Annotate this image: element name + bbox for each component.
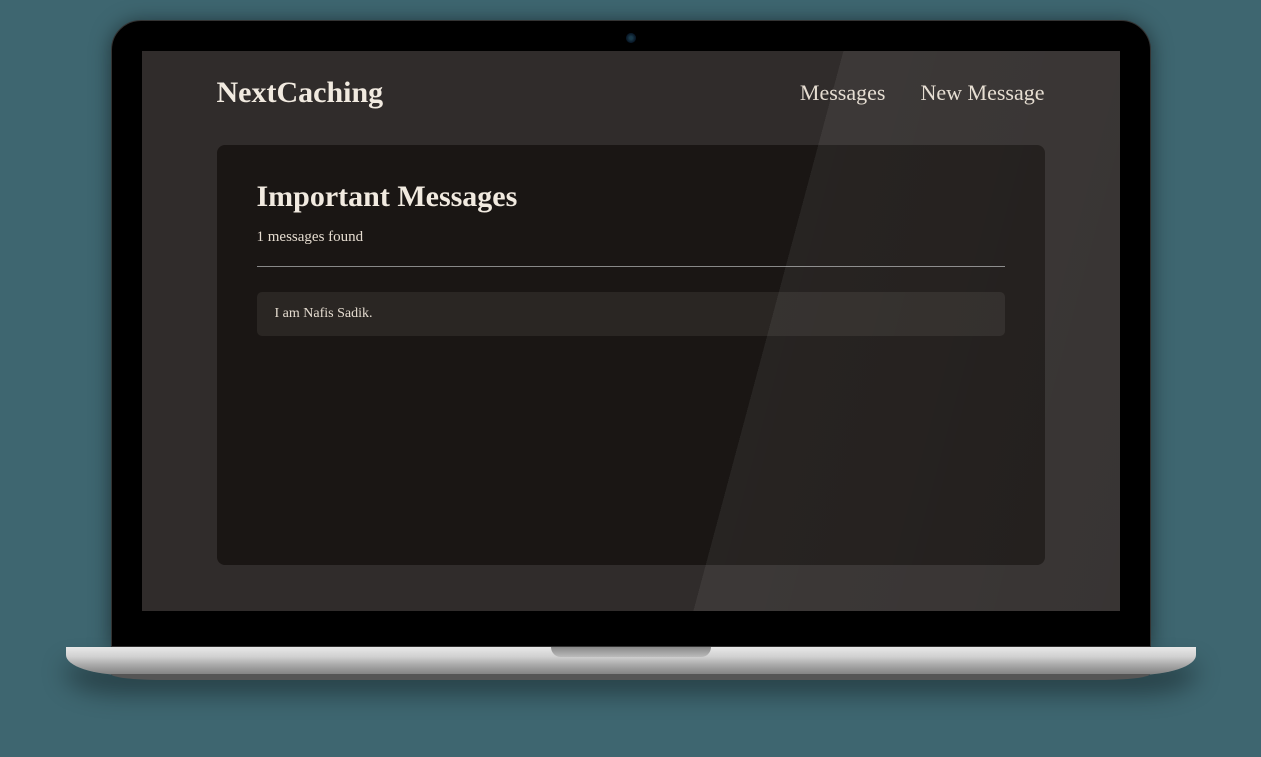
nav-links: Messages New Message [800,80,1045,106]
laptop-mockup: NextCaching Messages New Message Importa… [111,20,1151,675]
list-item[interactable]: I am Nafis Sadik. [257,292,1005,336]
app-header: NextCaching Messages New Message [142,51,1120,135]
divider [257,266,1005,267]
main-panel: Important Messages 1 messages found I am… [217,145,1045,565]
camera-icon [626,33,636,43]
brand-logo[interactable]: NextCaching [217,76,384,110]
nav-messages[interactable]: Messages [800,80,886,106]
message-count: 1 messages found [257,229,1005,246]
message-text: I am Nafis Sadik. [275,306,373,321]
laptop-base [66,647,1196,675]
page-title: Important Messages [257,180,1005,214]
app-screen: NextCaching Messages New Message Importa… [142,51,1120,611]
nav-new-message[interactable]: New Message [920,80,1044,106]
screen-bezel: NextCaching Messages New Message Importa… [111,20,1151,647]
